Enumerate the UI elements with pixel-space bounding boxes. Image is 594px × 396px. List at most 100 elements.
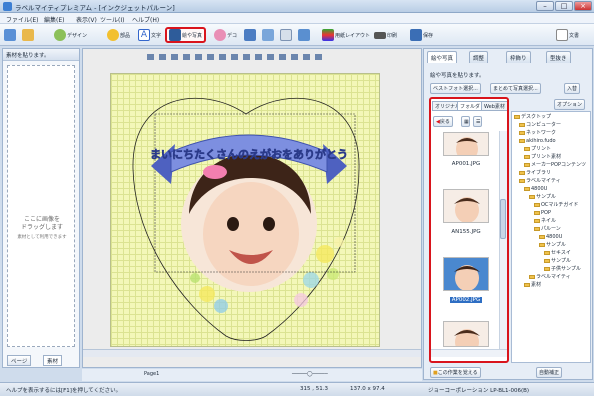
thumbnail-hscroll[interactable] (431, 349, 507, 357)
tree-node-label: OCマルチガイド (541, 202, 579, 208)
banner-text[interactable]: まいにちたくさんのえがおをありがとう (150, 147, 349, 162)
folder-icon (524, 187, 530, 191)
tree-node[interactable]: サンプル (544, 258, 571, 264)
page-tab-button[interactable]: ページ (7, 355, 32, 366)
menu-edit[interactable]: 編集(E) (44, 15, 64, 24)
folder-icon (544, 267, 550, 271)
tree-node[interactable]: POP (534, 210, 551, 216)
menu-view[interactable]: 表示(V) (76, 15, 97, 24)
maximize-button[interactable]: □ (555, 1, 573, 11)
tree-node[interactable]: パルーン (534, 226, 561, 232)
tree-node-label: ラベルマイティ (526, 178, 561, 184)
tree-node[interactable]: 4800U (524, 186, 547, 192)
minimize-button[interactable]: – (536, 1, 554, 11)
option-button[interactable]: オプション (554, 99, 586, 110)
menu-help[interactable]: ヘルプ(H) (132, 15, 159, 24)
tree-node-label: 4800U (531, 186, 548, 192)
tree-node[interactable]: 素材 (524, 282, 541, 288)
tree-node[interactable]: 子供サンプル (544, 266, 581, 272)
folder-icon (514, 115, 520, 119)
thumbnail-ap002[interactable] (443, 257, 489, 291)
design-button[interactable]: デザイン (54, 27, 87, 43)
tree-node[interactable]: OCマルチガイド (534, 202, 578, 208)
frame-icon (262, 29, 274, 41)
best-photo-button[interactable]: ベストフォト選択... (430, 83, 481, 94)
tool-button-1[interactable] (244, 27, 257, 43)
tree-node[interactable]: プリント素材 (524, 154, 561, 160)
batch-select-label: まとめて写真選択... (493, 86, 538, 92)
back-button[interactable]: ◀ 戻る (433, 116, 453, 127)
tab-photo[interactable]: 絵や写真 (427, 51, 458, 63)
tool-button-2[interactable] (262, 27, 275, 43)
panel-description: 絵や写真を貼ります。 (430, 73, 485, 79)
folder-icon (524, 155, 530, 159)
status-size: 137.0 x 97.4 (350, 386, 385, 392)
batch-select-button[interactable]: まとめて写真選択... (490, 83, 541, 94)
tab-adjust[interactable]: 調整 (469, 51, 489, 63)
tree-node[interactable]: ライブラリ (519, 170, 551, 176)
file-label-an155[interactable]: AN155.JPG (435, 229, 497, 235)
photo-button[interactable]: 絵や写真 (165, 27, 207, 43)
thumbnail-vscroll[interactable] (499, 131, 507, 349)
doc-button[interactable]: 文書 (556, 27, 579, 43)
tree-node[interactable]: 4800U (539, 234, 562, 240)
menu-file[interactable]: ファイル(E) (6, 15, 38, 24)
calendar-icon (298, 29, 310, 41)
tree-node[interactable]: ラベルマイティ (529, 274, 571, 280)
canvas-tools-icons[interactable] (143, 51, 363, 63)
text-button[interactable]: A 文字 (138, 27, 161, 43)
tree-node[interactable]: コンピューター (519, 122, 561, 128)
drop-zone[interactable]: ここに画像を ドラッグします 素材として利用できます (7, 65, 75, 347)
open-button[interactable] (22, 27, 35, 43)
replace-button[interactable]: 入替 (564, 83, 581, 94)
design-icon (54, 29, 66, 41)
tab-cutout[interactable]: 型抜き (546, 51, 571, 63)
close-button[interactable]: × (574, 1, 592, 11)
auto-adjust-button[interactable]: 自動補正 (536, 367, 563, 378)
save-icon (410, 29, 422, 41)
tree-node[interactable]: サンプル (529, 194, 556, 200)
folder-icon (544, 251, 550, 255)
subtab-folder[interactable]: フォルダ (457, 101, 484, 111)
save-button[interactable]: 保存 (410, 27, 433, 43)
thumbnail-view-button[interactable]: ▦ (461, 116, 470, 127)
tool-button-4[interactable] (298, 27, 311, 43)
tree-node[interactable]: サンプル (539, 242, 566, 248)
tree-node[interactable]: ラベルマイティ (519, 178, 561, 184)
menu-tools[interactable]: ツール(I) (100, 15, 124, 24)
new-button[interactable] (4, 27, 17, 43)
layout-button[interactable]: 用紙レイアウト (322, 27, 370, 43)
parts-button[interactable]: 部品 (107, 27, 130, 43)
tree-node[interactable]: ネイル (534, 218, 556, 224)
tree-node[interactable]: セキスイ (544, 250, 571, 256)
thumbnail-an155[interactable] (443, 189, 489, 223)
tree-node[interactable]: ネットワーク (519, 130, 556, 136)
thumbnail-next[interactable] (443, 321, 489, 347)
tool-button-3[interactable] (280, 27, 293, 43)
list-view-button[interactable]: ☰ (473, 116, 482, 127)
tree-node[interactable]: メーカーPOPコンテンツ (524, 162, 586, 168)
deco-label: デコ (227, 32, 238, 39)
material-tab-button[interactable]: 素材 (43, 355, 63, 366)
subtab-web[interactable]: Web素材 (481, 101, 507, 111)
canvas-hscroll[interactable] (83, 349, 421, 357)
tree-node[interactable]: デスクトップ (514, 114, 551, 120)
print-button[interactable]: 印刷 (374, 27, 397, 43)
tree-node[interactable]: プリント (524, 146, 551, 152)
file-label-ap002[interactable]: AP002.JPG (435, 297, 497, 303)
status-bar: ヘルプを表示するには[F1]を押してください。 315 , 51.3 137.0… (0, 382, 594, 396)
tree-node[interactable]: akihiro.fudo (519, 138, 556, 144)
thumbnail-scroll-thumb[interactable] (500, 199, 506, 239)
remember-button[interactable]: ■ この作業を覚える (430, 367, 481, 378)
paper[interactable]: まいにちたくさんのえがおをありがとう (110, 73, 380, 347)
file-label-ap001[interactable]: AP001.JPG (435, 161, 497, 167)
tab-frame[interactable]: 枠飾り (506, 51, 531, 63)
status-position: 315 , 51.3 (300, 386, 328, 392)
deco-button[interactable]: デコ (214, 27, 237, 43)
app-icon (3, 2, 12, 11)
thumbnail-ap001[interactable] (443, 132, 489, 156)
zoom-slider[interactable]: ─────◯───── (292, 371, 328, 377)
balloon-design[interactable]: まいにちたくさんのえがおをありがとう (111, 74, 381, 348)
window-title: ラベルマイティプレミアム - [インクジェットパルーン] (15, 4, 175, 12)
material-tab-label: 素材 (47, 358, 59, 365)
